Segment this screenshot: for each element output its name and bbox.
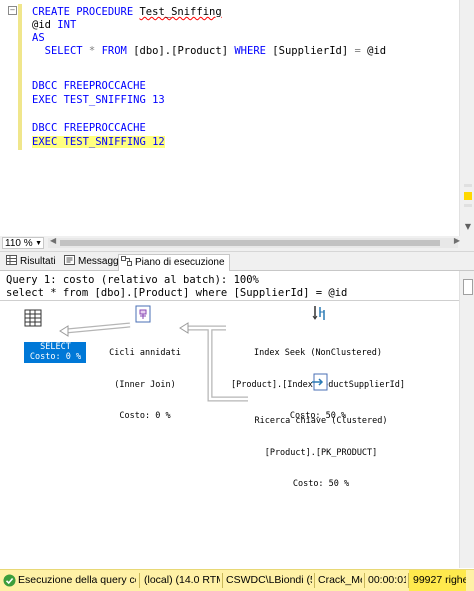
zoom-value: 110 % (5, 238, 33, 249)
plan-node-select[interactable]: SELECT Costo: 0 % (4, 331, 87, 373)
procedure-name: Test_Sniffing (139, 6, 222, 18)
code-line-4: SELECT * FROM [dbo].[Product] WHERE [Sup… (32, 45, 386, 58)
code-line-10: EXEC TEST_SNIFFING 12 (32, 136, 165, 149)
nested-loops-icon[interactable] (133, 305, 153, 323)
scroll-marker (464, 204, 472, 207)
scroll-marker-highlight (464, 192, 472, 200)
editor-gutter (0, 0, 22, 236)
editor-horizontal-scrollbar[interactable] (48, 238, 458, 248)
operator: = (354, 45, 361, 57)
grid-icon (6, 255, 17, 265)
operator: * (88, 45, 96, 57)
plan-vertical-scrollbar[interactable] (459, 271, 474, 568)
message-icon (64, 255, 75, 265)
node-name: Cicli annidati (109, 348, 181, 358)
index-seek-icon[interactable] (311, 304, 329, 322)
status-divider (364, 573, 365, 588)
change-tracking-bar (18, 4, 22, 150)
status-server: (local) (14.0 RTM) (144, 574, 220, 586)
scroll-down-arrow-icon[interactable]: ▼ (465, 222, 471, 231)
node-subtitle: [Product].[PK_PRODUCT] (264, 447, 378, 458)
scroll-marker (464, 184, 472, 187)
tab-messages[interactable]: Messaggi (62, 254, 125, 270)
code-line-3: AS (32, 32, 45, 45)
key-lookup-icon[interactable] (311, 373, 329, 391)
column-name: [SupplierId] (272, 45, 349, 57)
keyword: SELECT (44, 45, 83, 57)
status-divider (222, 573, 223, 588)
status-database: Crack_Me (318, 574, 362, 586)
table-name: [dbo].[Product] (133, 45, 229, 57)
keyword: CREATE PROCEDURE (32, 6, 134, 18)
parameter: @id (32, 19, 51, 31)
select-operator-icon[interactable] (24, 309, 42, 327)
chevron-down-icon: ▼ (35, 240, 42, 247)
status-divider (314, 573, 315, 588)
node-subtitle: (Inner Join) (114, 379, 176, 390)
plan-icon (121, 256, 132, 266)
scroll-left-arrow-icon[interactable]: ◀ (50, 236, 56, 245)
code-line-2: @id INT (32, 19, 76, 32)
editor-zoom-bar: 110 % ▼ ◀ ▶ (0, 236, 474, 252)
status-row-count: 99927 righe (409, 570, 466, 591)
tab-label: Risultati (20, 256, 56, 267)
code-line-6: DBCC FREEPROCCACHE (32, 80, 146, 92)
scroll-thumb[interactable] (463, 279, 473, 295)
status-bar: Esecuzione della query co... (local) (14… (0, 569, 474, 591)
status-elapsed-time: 00:00:01 (368, 574, 406, 586)
node-label-box: SELECT Costo: 0 % (24, 341, 87, 363)
tab-execution-plan[interactable]: Piano di esecuzione (118, 254, 230, 271)
tab-label: Messaggi (78, 256, 121, 267)
node-cost: Costo: 0 % (119, 411, 171, 421)
execution-plan-pane[interactable]: Query 1: costo (relativo al batch): 100%… (0, 271, 474, 568)
success-check-icon (3, 574, 16, 587)
scroll-thumb[interactable] (60, 240, 440, 246)
query-editor[interactable]: − CREATE PROCEDURE Test_Sniffing @id INT… (0, 0, 474, 237)
zoom-dropdown[interactable]: 110 % ▼ (2, 237, 44, 249)
keyword: FROM (101, 45, 127, 57)
node-cost: Costo: 50 % (292, 479, 350, 489)
plan-node-key-lookup[interactable]: Ricerca chiave (Clustered) [Product].[PK… (238, 395, 404, 511)
keyword: AS (32, 32, 45, 44)
node-cost: Costo: 0 % (29, 352, 82, 362)
tab-label: Piano di esecuzione (135, 257, 225, 268)
status-divider (139, 573, 140, 588)
code-line-7: EXEC TEST_SNIFFING 13 (32, 94, 165, 106)
editor-vertical-scrollbar[interactable]: ▼ (459, 0, 474, 236)
node-name: Ricerca chiave (Clustered) (254, 416, 388, 426)
status-message: Esecuzione della query co... (18, 574, 136, 586)
plan-node-nested-loops[interactable]: Cicli annidati (Inner Join) Costo: 0 % (102, 327, 188, 443)
tab-results[interactable]: Risultati (4, 254, 60, 270)
node-name: Index Seek (NonClustered) (254, 348, 382, 358)
scroll-right-arrow-icon[interactable]: ▶ (454, 236, 460, 245)
parameter: @id (367, 45, 387, 57)
type-keyword: INT (57, 19, 77, 31)
node-name: SELECT (40, 341, 71, 352)
status-user: CSWDC\LBiondi (59) (226, 574, 312, 586)
code-line-9: DBCC FREEPROCCACHE (32, 122, 146, 134)
keyword: WHERE (234, 45, 266, 57)
highlighted-statement: EXEC TEST_SNIFFING 12 (32, 136, 165, 148)
collapse-toggle-icon[interactable]: − (8, 6, 17, 15)
results-tab-strip: Risultati Messaggi Piano di esecuzione (0, 252, 474, 271)
code-line-1: CREATE PROCEDURE Test_Sniffing (32, 6, 222, 19)
